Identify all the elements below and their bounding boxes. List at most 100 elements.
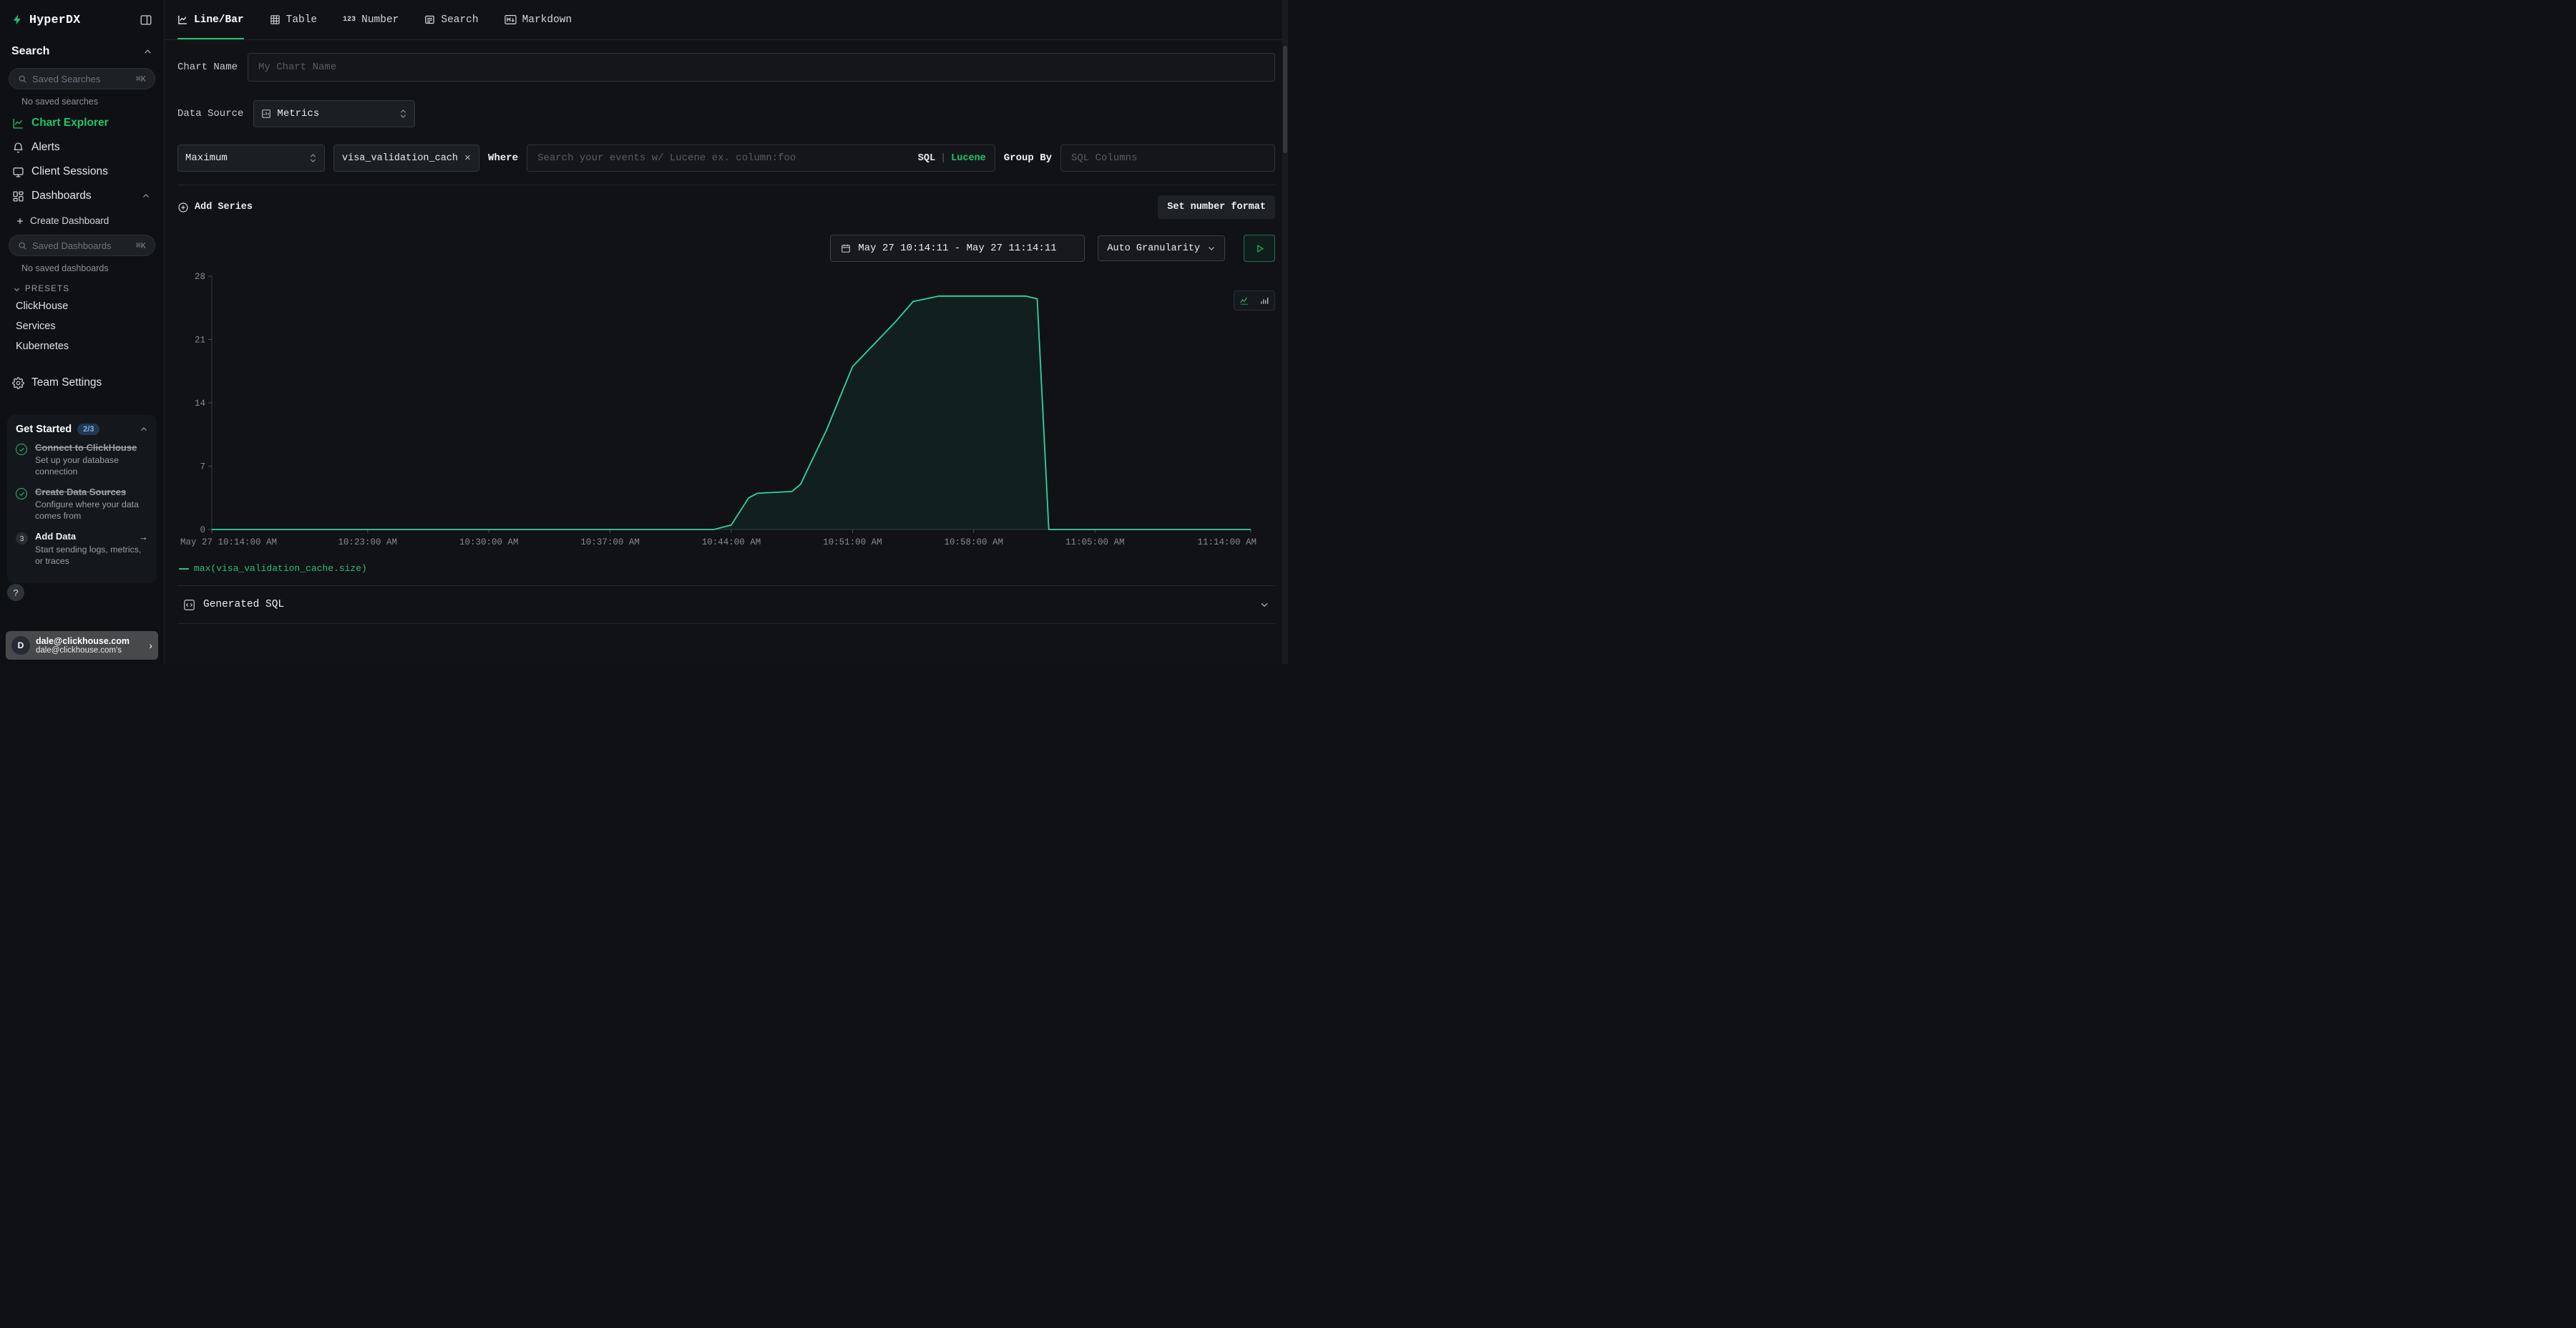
lucene-toggle-option[interactable]: Lucene xyxy=(951,153,986,164)
run-query-button[interactable] xyxy=(1244,235,1275,262)
metric-tag[interactable]: visa_validation_cach × xyxy=(333,145,479,172)
logo-row: HyperDX xyxy=(0,0,164,34)
data-source-select[interactable]: Metrics xyxy=(253,100,415,127)
legend-swatch xyxy=(179,568,189,570)
preset-kubernetes[interactable]: Kubernetes xyxy=(0,336,164,356)
line-view-button[interactable] xyxy=(1234,291,1254,310)
create-dashboard-label: Create Dashboard xyxy=(30,215,109,226)
app-title: HyperDX xyxy=(29,13,80,26)
no-saved-searches-note: No saved searches xyxy=(0,89,164,111)
sidebar-item-alerts[interactable]: Alerts xyxy=(0,135,164,160)
preset-clickhouse[interactable]: ClickHouse xyxy=(0,296,164,316)
user-menu[interactable]: D dale@clickhouse.com dale@clickhouse.co… xyxy=(6,631,158,660)
search-icon xyxy=(18,74,27,84)
aggregation-select[interactable]: Maximum xyxy=(177,145,325,172)
svg-text:10:23:00 AM: 10:23:00 AM xyxy=(338,537,398,547)
collapse-sidebar-icon[interactable] xyxy=(140,14,152,26)
get-started-progress-badge: 2/3 xyxy=(77,424,99,435)
tab-label: Search xyxy=(441,14,478,26)
bell-icon xyxy=(11,142,24,154)
tab-label: Line/Bar xyxy=(194,14,244,26)
tab-table[interactable]: Table xyxy=(270,0,318,39)
saved-dashboards-placeholder: Saved Dashboards xyxy=(32,240,131,251)
tab-line-bar[interactable]: Line/Bar xyxy=(177,0,244,39)
presets-toggle[interactable]: PRESETS xyxy=(0,278,164,296)
bar-view-button[interactable] xyxy=(1254,291,1274,310)
sidebar-item-label: Client Sessions xyxy=(31,165,108,178)
chart-explorer-icon xyxy=(11,117,24,130)
line-chart-icon xyxy=(177,14,188,25)
chevron-updown-icon xyxy=(309,153,317,163)
granularity-select[interactable]: Auto Granularity xyxy=(1098,235,1225,261)
chart-name-input[interactable] xyxy=(248,53,1275,82)
sidebar-item-dashboards[interactable]: Dashboards xyxy=(0,184,164,208)
sql-toggle-option[interactable]: SQL xyxy=(918,153,935,164)
add-series-label: Add Series xyxy=(195,202,253,213)
chevron-up-icon[interactable] xyxy=(140,425,148,434)
line-chart-svg[interactable]: 07142128May 27 10:14:00 AM10:23:00 AM10:… xyxy=(177,266,1258,554)
get-started-item-title: Connect to ClickHouse xyxy=(35,442,148,454)
chart-controls-row: May 27 10:14:11 - May 27 11:14:11 Auto G… xyxy=(177,235,1275,262)
sidebar-item-team-settings[interactable]: Team Settings xyxy=(0,371,164,395)
sidebar-item-chart-explorer[interactable]: Chart Explorer xyxy=(0,111,164,135)
calendar-icon xyxy=(841,243,851,253)
svg-text:11:05:00 AM: 11:05:00 AM xyxy=(1065,537,1125,547)
svg-text:11:14:00 AM: 11:14:00 AM xyxy=(1197,537,1257,547)
create-dashboard-button[interactable]: Create Dashboard xyxy=(0,208,164,232)
chevron-updown-icon xyxy=(399,109,407,119)
chevron-right-icon: › xyxy=(149,640,152,651)
where-input-wrap: SQL | Lucene xyxy=(527,145,995,172)
no-saved-dashboards-note: No saved dashboards xyxy=(0,256,164,278)
team-settings-label: Team Settings xyxy=(31,376,102,389)
add-series-row: Add Series Set number format xyxy=(177,195,1275,219)
series-row: Maximum visa_validation_cach × Where SQL… xyxy=(177,145,1275,172)
legend-label: max(visa_validation_cache.size) xyxy=(194,563,367,574)
generated-sql-toggle[interactable]: Generated SQL xyxy=(177,585,1275,624)
arrow-right-icon: → xyxy=(139,531,148,542)
get-started-item-add-data[interactable]: 3 Add Data → Start sending logs, metrics… xyxy=(16,531,148,567)
search-section-label: Search xyxy=(11,45,49,58)
get-started-item-desc: Set up your database connection xyxy=(35,455,148,478)
table-icon xyxy=(270,14,280,25)
tab-label: Table xyxy=(286,14,318,26)
chart-name-label: Chart Name xyxy=(177,62,238,73)
number-123-icon: 123 xyxy=(343,16,356,24)
tab-search[interactable]: Search xyxy=(424,0,478,39)
get-started-item-sources[interactable]: Create Data Sources Configure where your… xyxy=(16,487,148,522)
remove-metric-icon[interactable]: × xyxy=(464,152,471,165)
avatar: D xyxy=(11,636,30,655)
group-by-input[interactable] xyxy=(1060,145,1275,172)
saved-dashboards-shortcut: ⌘K xyxy=(136,240,146,251)
saved-searches-input[interactable]: Saved Searches ⌘K xyxy=(9,68,155,89)
get-started-item-desc: Configure where your data comes from xyxy=(35,499,148,522)
tab-number[interactable]: 123 Number xyxy=(343,0,399,39)
check-circle-icon xyxy=(16,488,27,499)
hyperdx-logo-icon xyxy=(11,14,24,26)
svg-text:14: 14 xyxy=(195,399,205,409)
sidebar-item-label: Chart Explorer xyxy=(31,117,109,130)
preset-services[interactable]: Services xyxy=(0,316,164,336)
chart-area[interactable]: 07142128May 27 10:14:00 AM10:23:00 AM10:… xyxy=(177,266,1275,574)
get-started-item-connect[interactable]: Connect to ClickHouse Set up your databa… xyxy=(16,442,148,478)
saved-dashboards-input[interactable]: Saved Dashboards ⌘K xyxy=(9,235,155,256)
tab-label: Markdown xyxy=(522,14,572,26)
sidebar-section-search[interactable]: Search xyxy=(0,34,164,65)
dashboards-icon xyxy=(11,190,24,202)
get-started-title: Get Started xyxy=(16,424,72,435)
chart-type-tabs: Line/Bar Table 123 Number Search xyxy=(165,0,1288,40)
set-number-format-button[interactable]: Set number format xyxy=(1158,195,1275,219)
scrollbar[interactable] xyxy=(1282,0,1288,664)
help-button[interactable]: ? xyxy=(7,584,24,601)
get-started-item-desc: Start sending logs, metrics, or traces xyxy=(35,545,148,567)
svg-text:10:30:00 AM: 10:30:00 AM xyxy=(459,537,519,547)
aggregation-value: Maximum xyxy=(185,152,228,164)
chevron-down-icon xyxy=(13,285,21,293)
svg-text:7: 7 xyxy=(200,462,205,472)
markdown-icon xyxy=(504,14,517,25)
time-range-picker[interactable]: May 27 10:14:11 - May 27 11:14:11 xyxy=(830,235,1085,262)
sidebar-item-label: Alerts xyxy=(31,141,60,154)
scrollbar-thumb[interactable] xyxy=(1283,46,1287,153)
add-series-button[interactable]: Add Series xyxy=(177,202,253,213)
sidebar-item-client-sessions[interactable]: Client Sessions xyxy=(0,160,164,184)
tab-markdown[interactable]: Markdown xyxy=(504,0,572,39)
